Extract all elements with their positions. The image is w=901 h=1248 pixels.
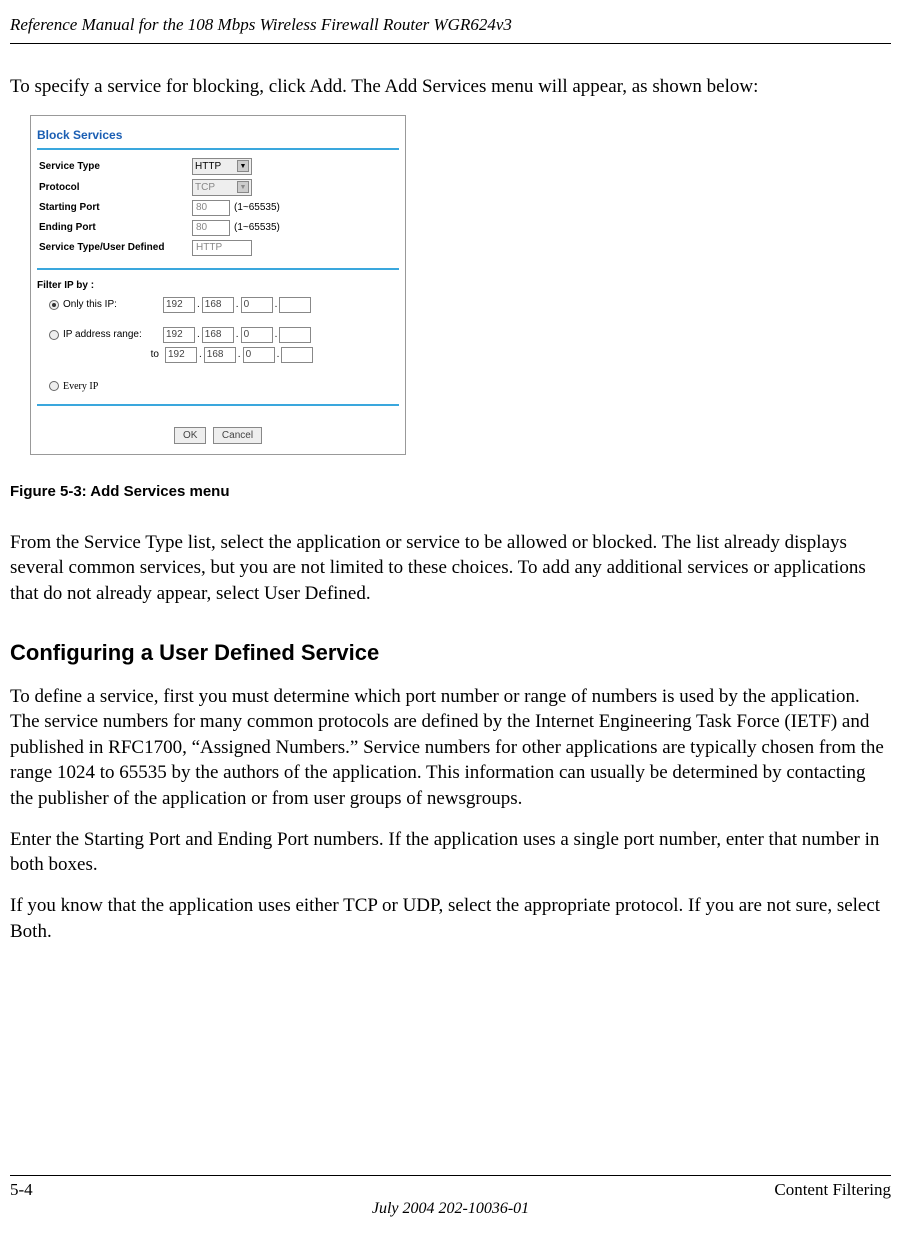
label-ending-port: Ending Port: [37, 222, 192, 233]
paragraph-section-3: If you know that the application uses ei…: [0, 893, 901, 944]
row-every-ip: Every IP: [37, 371, 399, 402]
label-protocol: Protocol: [37, 182, 192, 193]
ip-dot: .: [236, 299, 239, 310]
divider: [37, 148, 399, 150]
ip-dot: .: [197, 299, 200, 310]
intro-paragraph: To specify a service for blocking, click…: [0, 74, 901, 100]
button-row: OK Cancel: [37, 412, 399, 448]
select-value: TCP: [195, 182, 215, 193]
ip-dot: .: [199, 349, 202, 360]
figure-caption: Figure 5-3: Add Services menu: [0, 455, 901, 530]
radio-dot: [52, 303, 56, 307]
section-heading: Configuring a User Defined Service: [0, 622, 901, 684]
footer-page: 5-4: [10, 1180, 33, 1200]
cancel-button[interactable]: Cancel: [213, 427, 262, 444]
label-every-ip: Every IP: [63, 381, 98, 392]
block-services-title: Block Services: [37, 122, 399, 146]
label-starting-port: Starting Port: [37, 202, 192, 213]
input-ending-port[interactable]: 80: [192, 220, 230, 236]
ip-octet-4[interactable]: [279, 297, 311, 313]
ip-dot: .: [238, 349, 241, 360]
select-protocol[interactable]: TCP ▼: [192, 179, 252, 196]
radio-every-ip[interactable]: [49, 381, 59, 391]
row-ending-port: Ending Port 80 (1~65535): [37, 218, 399, 238]
row-protocol: Protocol TCP ▼: [37, 177, 399, 198]
port-range-text: (1~65535): [234, 222, 280, 233]
ip-from-4[interactable]: [279, 327, 311, 343]
footer-date: July 2004 202-10036-01: [10, 1200, 891, 1218]
row-ip-range: IP address range: 192 . 168 . 0 .: [37, 325, 399, 345]
row-user-defined: Service Type/User Defined HTTP: [37, 238, 399, 258]
label-ip-range: IP address range:: [63, 329, 163, 340]
ip-octet-3[interactable]: 0: [241, 297, 273, 313]
paragraph-after-figure: From the Service Type list, select the a…: [0, 530, 901, 607]
ip-dot: .: [236, 329, 239, 340]
ip-octet-1[interactable]: 192: [163, 297, 195, 313]
footer-section: Content Filtering: [774, 1180, 891, 1200]
row-ip-range-group: IP address range: 192 . 168 . 0 . to 192…: [37, 319, 399, 371]
ip-dot: .: [277, 349, 280, 360]
select-value: HTTP: [195, 161, 221, 172]
footer: 5-4 Content Filtering July 2004 202-1003…: [0, 1175, 901, 1248]
row-service-type: Service Type HTTP ▼: [37, 156, 399, 177]
port-range-text: (1~65535): [234, 202, 280, 213]
row-only-this-ip: Only this IP: 192 . 168 . 0 .: [37, 293, 399, 319]
input-starting-port[interactable]: 80: [192, 200, 230, 216]
to-label: to: [37, 349, 165, 360]
ip-from-1[interactable]: 192: [163, 327, 195, 343]
label-only-this-ip: Only this IP:: [63, 299, 163, 310]
paragraph-section-2: Enter the Starting Port and Ending Port …: [0, 827, 901, 878]
ip-to-3[interactable]: 0: [243, 347, 275, 363]
radio-only-this-ip[interactable]: [49, 300, 59, 310]
divider: [37, 268, 399, 270]
filter-title: Filter IP by :: [37, 276, 399, 293]
ip-dot: .: [197, 329, 200, 340]
input-user-defined[interactable]: HTTP: [192, 240, 252, 256]
ip-row: 192 . 168 . 0 .: [163, 297, 311, 313]
chevron-down-icon: ▼: [237, 160, 249, 172]
ip-to-4[interactable]: [281, 347, 313, 363]
row-starting-port: Starting Port 80 (1~65535): [37, 198, 399, 218]
paragraph-section-1: To define a service, first you must dete…: [0, 684, 901, 812]
row-ip-range-to: to 192 . 168 . 0 .: [37, 345, 399, 365]
radio-ip-range[interactable]: [49, 330, 59, 340]
ip-row: 192 . 168 . 0 .: [165, 347, 313, 363]
footer-divider: [10, 1175, 891, 1176]
ok-button[interactable]: OK: [174, 427, 206, 444]
header-title: Reference Manual for the 108 Mbps Wirele…: [0, 0, 901, 43]
label-service-type: Service Type: [37, 161, 192, 172]
divider: [37, 404, 399, 406]
ip-octet-2[interactable]: 168: [202, 297, 234, 313]
ip-from-2[interactable]: 168: [202, 327, 234, 343]
chevron-down-icon: ▼: [237, 181, 249, 193]
ip-dot: .: [275, 329, 278, 340]
ip-to-2[interactable]: 168: [204, 347, 236, 363]
header-divider: [10, 43, 891, 44]
ip-from-3[interactable]: 0: [241, 327, 273, 343]
ip-dot: .: [275, 299, 278, 310]
ip-row: 192 . 168 . 0 .: [163, 327, 311, 343]
label-user-defined: Service Type/User Defined: [37, 242, 192, 253]
select-service-type[interactable]: HTTP ▼: [192, 158, 252, 175]
footer-row: 5-4 Content Filtering: [10, 1180, 891, 1200]
figure-block-services: Block Services Service Type HTTP ▼ Proto…: [30, 115, 406, 455]
ip-to-1[interactable]: 192: [165, 347, 197, 363]
